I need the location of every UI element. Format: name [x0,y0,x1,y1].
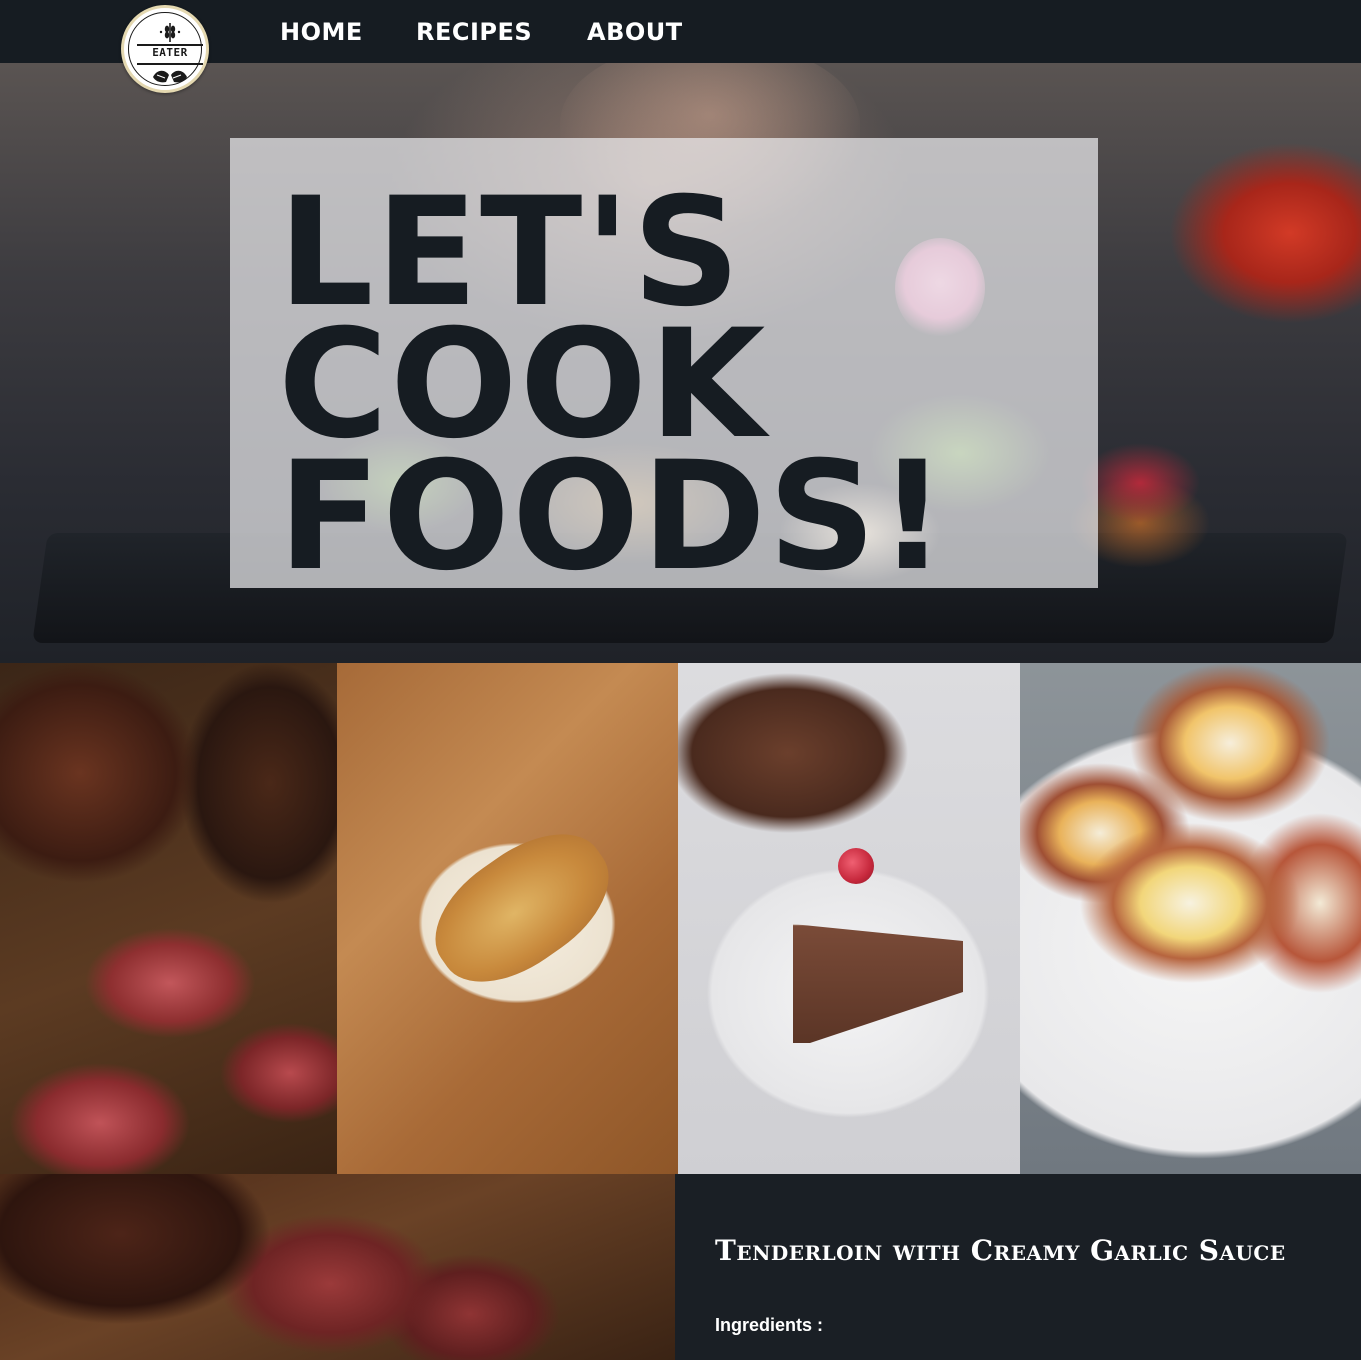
nav-about-link[interactable]: ABOUT [587,16,683,48]
hero-headline-line-3: FOODS! [278,430,949,604]
photo-chocolate-cheesecake-slice[interactable] [678,663,1020,1174]
cake-slice [793,924,963,1043]
raspberry-garnish [838,848,874,884]
logo-text: EATER [152,46,188,59]
recipe-card: Tenderloin with Creamy Garlic Sauce Ingr… [675,1174,1361,1360]
wheat-icon [159,23,181,42]
photo-roast-beef-tenderloin[interactable] [0,1174,675,1360]
brand-logo[interactable]: EATER [121,5,209,93]
ingredients-label: Ingredients : [715,1315,824,1335]
recipe-gallery: Tenderloin with Creamy Garlic Sauce Ingr… [0,663,1361,1360]
logo-rule [137,63,203,65]
navbar: EATER HOME RECIPES ABOUT [0,0,1361,93]
hands-icon [153,70,187,83]
logo-ring: EATER [128,12,203,86]
photo-stuffed-chicken-breast[interactable] [337,663,678,1174]
photo-sliced-beef-tenderloin[interactable] [0,663,337,1174]
hero-banner: LET'S COOK FOODS! [0,63,1361,663]
nav-home-link[interactable]: HOME [280,16,363,48]
photo-prosciutto-egg-cups[interactable] [1020,663,1361,1174]
recipe-title: Tenderloin with Creamy Garlic Sauce [715,1234,1286,1267]
nav-recipes-link[interactable]: RECIPES [416,16,532,48]
chicken-roll [412,808,632,1008]
hero-headline-panel: LET'S COOK FOODS! [230,138,1098,604]
